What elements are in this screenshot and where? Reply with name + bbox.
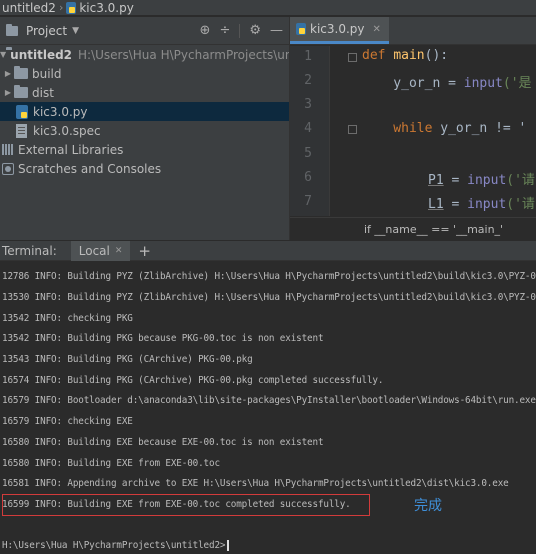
scratches-icon <box>2 162 14 175</box>
terminal-label: Terminal: <box>2 243 57 258</box>
terminal-line: 12786 INFO: Building PYZ (ZlibArchive) H… <box>2 271 536 282</box>
project-panel: Project ▼ ⊕ ÷ ⚙ — ▼ untitled2 H:\Users\H… <box>0 17 289 240</box>
tree-item-kic3-spec[interactable]: kic3.0.spec <box>0 121 289 140</box>
terminal-line: 13542 INFO: Building PKG because PKG-00.… <box>2 333 324 344</box>
tree-item-label: kic3.0.py <box>33 104 88 119</box>
editor-breadcrumb[interactable]: if __name__ == '__main_' <box>290 217 536 240</box>
editor-tab-bar: kic3.0.py ✕ <box>290 17 536 45</box>
line-number: 1 <box>304 49 312 64</box>
tree-item-project-root[interactable]: ▼ untitled2 H:\Users\Hua H\PycharmProjec… <box>0 45 289 64</box>
collapse-icon[interactable]: ÷ <box>219 23 230 38</box>
breadcrumb-project[interactable]: untitled2 <box>2 1 56 15</box>
close-icon[interactable]: ✕ <box>115 246 123 256</box>
line-number: 5 <box>304 146 312 161</box>
completion-annotation: 完成 <box>414 498 442 514</box>
editor-tab-label: kic3.0.py <box>310 22 365 36</box>
code-line-6: P1 = input('请 <box>428 173 535 188</box>
project-icon <box>6 23 18 36</box>
terminal-line: 13530 INFO: Building PYZ (ZlibArchive) H… <box>2 292 536 303</box>
line-number: 7 <box>304 194 312 209</box>
breadcrumb: untitled2 › kic3.0.py <box>0 0 536 16</box>
line-number: 2 <box>304 73 312 88</box>
code-editor[interactable]: kic3.0.py ✕ 1 2 3 4 5 6 7 def main(): y_… <box>290 17 536 240</box>
fold-marker-icon[interactable] <box>348 125 357 134</box>
locate-icon[interactable]: ⊕ <box>200 23 211 38</box>
chevron-down-icon[interactable]: ▼ <box>72 26 79 36</box>
close-icon[interactable]: ✕ <box>373 24 381 35</box>
folder-icon <box>14 85 28 98</box>
line-number: 4 <box>304 121 312 136</box>
terminal-line: 16579 INFO: checking EXE <box>2 416 133 427</box>
tree-item-label: dist <box>32 85 54 100</box>
python-file-icon <box>16 104 28 119</box>
expand-arrow-icon[interactable]: ▶ <box>2 88 14 97</box>
terminal-line: 16581 INFO: Appending archive to EXE H:\… <box>2 478 509 489</box>
code-line-7: L1 = input('请 <box>428 197 535 212</box>
code-line-1: def main(): <box>362 48 449 63</box>
expand-arrow-icon[interactable]: ▶ <box>2 69 14 78</box>
terminal-line: 16579 INFO: Bootloader d:\anaconda3\lib\… <box>2 395 536 406</box>
project-panel-toolbar: ⊕ ÷ ⚙ — <box>200 23 283 38</box>
tree-item-build[interactable]: ▶ build <box>0 64 289 83</box>
library-icon <box>2 144 14 155</box>
text-cursor <box>227 540 230 551</box>
terminal-line: 13542 INFO: checking PKG <box>2 313 133 324</box>
terminal-tab-label: Local <box>78 243 110 258</box>
terminal-prompt[interactable]: H:\Users\Hua H\PycharmProjects\untitled2… <box>2 540 230 551</box>
project-panel-title[interactable]: Project <box>26 24 67 38</box>
code-line-2: y_or_n = input('是 <box>362 76 532 91</box>
editor-tab-kic3-py[interactable]: kic3.0.py ✕ <box>290 17 389 44</box>
tree-item-external-libraries[interactable]: External Libraries <box>0 140 289 159</box>
expand-arrow-icon[interactable]: ▼ <box>0 50 6 59</box>
terminal-line: 16580 INFO: Building EXE from EXE-00.toc <box>2 458 220 469</box>
tree-item-label: kic3.0.spec <box>33 123 101 138</box>
toolbar-divider <box>239 23 241 38</box>
highlight-box <box>2 494 370 516</box>
breadcrumb-file[interactable]: kic3.0.py <box>79 1 134 15</box>
terminal-output[interactable]: 12786 INFO: Building PYZ (ZlibArchive) H… <box>0 262 536 554</box>
project-panel-header: Project ▼ ⊕ ÷ ⚙ — <box>0 17 289 45</box>
tree-item-dist[interactable]: ▶ dist <box>0 83 289 102</box>
terminal-tab-local[interactable]: Local ✕ <box>70 240 131 261</box>
code-line-4: while y_or_n != ' <box>362 121 527 136</box>
chevron-right-icon: › <box>58 1 64 14</box>
python-file-icon <box>296 23 306 35</box>
terminal-line: 13543 INFO: Building PKG (CArchive) PKG-… <box>2 354 253 365</box>
tree-item-label: Scratches and Consoles <box>18 161 162 176</box>
tree-item-label: External Libraries <box>18 142 124 157</box>
terminal-line: 16580 INFO: Building EXE because EXE-00.… <box>2 437 324 448</box>
line-number: 6 <box>304 170 312 185</box>
hide-icon[interactable]: — <box>270 23 283 38</box>
line-number: 3 <box>304 97 312 112</box>
terminal-line: 16574 INFO: Building PKG (CArchive) PKG-… <box>2 375 384 386</box>
tree-item-label: build <box>32 66 62 81</box>
folder-icon <box>14 66 28 79</box>
fold-marker-icon[interactable] <box>348 53 357 62</box>
terminal-tab-bar: Terminal: Local ✕ + <box>0 240 536 261</box>
line-number-gutter: 1 2 3 4 5 6 7 <box>290 46 330 216</box>
python-file-icon <box>66 1 77 14</box>
spec-file-icon <box>16 123 27 138</box>
tree-item-label: untitled2 <box>10 47 73 62</box>
project-path: H:\Users\Hua H\PycharmProjects\untitled2 <box>78 47 289 62</box>
gear-icon[interactable]: ⚙ <box>249 23 261 38</box>
tree-item-kic3-py[interactable]: kic3.0.py <box>0 102 289 121</box>
tree-item-scratches[interactable]: Scratches and Consoles <box>0 159 289 178</box>
add-terminal-icon[interactable]: + <box>138 242 151 260</box>
